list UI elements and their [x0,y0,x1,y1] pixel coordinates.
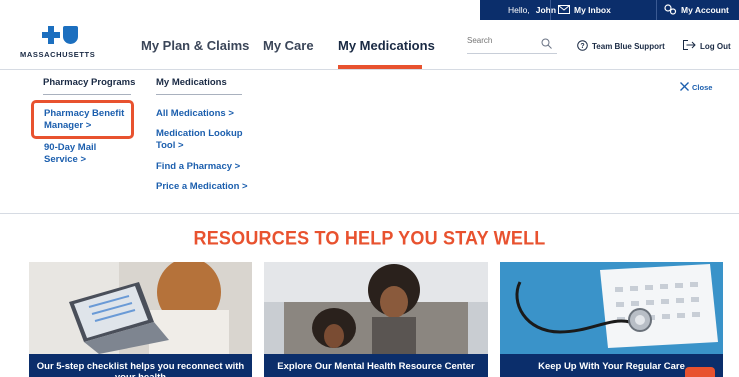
column-divider [43,94,131,95]
my-medications-heading: My Medications [156,77,227,88]
find-pharmacy-link[interactable]: Find a Pharmacy > [156,161,256,173]
woman-laptop-image [29,262,252,354]
search-icon[interactable] [541,36,553,49]
mail-service-link[interactable]: 90-Day Mail Service > [44,142,124,166]
feedback-tab[interactable] [685,367,715,377]
medication-lookup-tool-link[interactable]: Medication Lookup Tool > [156,128,246,152]
account-label: My Account [681,5,729,15]
card-caption: Explore Our Mental Health Resource Cente… [264,354,488,377]
logo-text: MASSACHUSETTS [20,50,96,59]
gears-icon [664,3,677,17]
active-nav-indicator [338,65,422,69]
card-caption: Our 5-step checklist helps you reconnect… [29,354,252,377]
woman-meditating-image [264,262,488,354]
account-link[interactable]: My Account [664,0,729,20]
support-label: Team Blue Support [592,42,665,51]
close-icon [680,82,689,93]
pharmacy-programs-heading: Pharmacy Programs [43,77,136,88]
mail-icon [558,4,570,16]
all-medications-link[interactable]: All Medications > [156,108,256,120]
svg-text:?: ? [580,43,584,50]
inbox-link[interactable]: My Inbox [558,0,611,20]
price-medication-link[interactable]: Price a Medication > [156,181,266,193]
stethoscope-calendar-image [500,262,723,354]
resources-heading: RESOURCES TO HELP YOU STAY WELL [193,226,546,249]
resource-card[interactable]: Our 5-step checklist helps you reconnect… [29,262,252,377]
greeting-text: Hello, [508,5,530,15]
greeting: Hello, John [508,0,556,20]
close-menu-button[interactable]: Close [680,82,712,93]
medications-mega-menu: Pharmacy Programs Pharmacy Benefit Manag… [0,71,739,214]
user-name: John [535,5,557,15]
nav-my-plan-claims[interactable]: My Plan & Claims [141,38,249,53]
team-blue-support-link[interactable]: ? Team Blue Support [577,40,665,53]
resource-card[interactable]: Keep Up With Your Regular Care [500,262,723,377]
nav-my-care[interactable]: My Care [263,38,314,53]
utility-bar-dark: Hello, John My Inbox My Account [480,0,739,20]
nav-my-medications[interactable]: My Medications [338,38,435,53]
search-box[interactable] [467,34,557,54]
blue-shield-icon [63,26,78,44]
logout-label: Log Out [700,41,731,51]
search-input[interactable] [467,36,537,45]
blue-cross-icon [42,26,60,44]
bcbs-logo[interactable]: MASSACHUSETTS [20,24,100,64]
utility-bar: Hello, John My Inbox My Account [0,0,739,20]
close-label: Close [692,83,713,92]
utility-divider [656,0,657,20]
logout-icon [683,40,696,52]
inbox-label: My Inbox [574,5,611,15]
utility-divider [550,0,551,20]
highlight-box [31,100,134,139]
logout-link[interactable]: Log Out [683,40,731,52]
column-divider [156,94,242,95]
help-circle-icon: ? [577,40,588,53]
main-header: MASSACHUSETTS My Plan & Claims My Care M… [0,20,739,70]
resource-card[interactable]: Explore Our Mental Health Resource Cente… [264,262,488,377]
